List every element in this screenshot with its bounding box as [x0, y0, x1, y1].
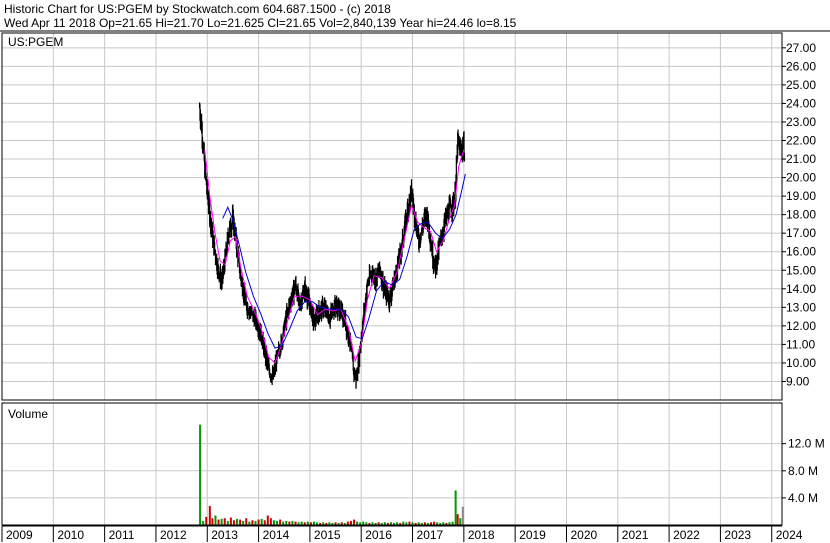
- price-tick-label: 11.00: [786, 337, 815, 351]
- price-tick-label: 18.00: [786, 208, 816, 222]
- volume-bars: [199, 424, 464, 525]
- price-tick-label: 15.00: [786, 263, 816, 277]
- price-panel-frame: [1, 32, 783, 401]
- year-tick-label: 2017: [417, 528, 444, 542]
- volume-panel-label: Volume: [8, 407, 48, 421]
- price-tick-label: 9.00: [786, 374, 810, 388]
- year-tick-label: 2019: [519, 528, 546, 542]
- year-tick-label: 2018: [468, 528, 495, 542]
- year-tick-label: 2013: [211, 528, 238, 542]
- price-tick-label: 14.00: [786, 282, 816, 296]
- price-grid: [2, 47, 782, 382]
- year-tick-label: 2012: [160, 528, 187, 542]
- year-tick-label: 2016: [365, 528, 392, 542]
- year-tick-label: 2024: [776, 528, 803, 542]
- volume-grid: [2, 443, 782, 499]
- year-tick-label: 2023: [724, 528, 751, 542]
- year-tick-label: 2020: [570, 528, 597, 542]
- moving-average-line: [204, 149, 465, 364]
- price-tick-label: 12.00: [786, 319, 816, 333]
- price-tick-label: 21.00: [786, 152, 816, 166]
- symbol-label: US:PGEM: [8, 35, 63, 49]
- year-tick-label: 2014: [263, 528, 290, 542]
- price-tick-label: 25.00: [786, 78, 816, 92]
- price-tick-label: 13.00: [786, 300, 816, 314]
- year-tick-label: 2021: [622, 528, 649, 542]
- year-tick-label: 2022: [673, 528, 700, 542]
- price-tick-label: 17.00: [786, 226, 816, 240]
- chart-canvas: 9.00 10.00 11.00 12.00 13.00 14.00 15.00 16.00 1…: [0, 30, 830, 542]
- panel-frames: [0, 30, 830, 527]
- year-tick-label: 2009: [6, 528, 33, 542]
- price-tick-label: 16.00: [786, 245, 816, 259]
- year-axis-ticks: 2009 2010 2011 2012 2013 2014 2015 2016 2017 2018…: [1, 526, 803, 542]
- volume-panel-frame: [1, 402, 783, 526]
- price-axis-ticks: 9.00 10.00 11.00 12.00 13.00 14.00 15.00 16.00 1…: [782, 41, 816, 388]
- volume-tick-label: 4.0 M: [788, 491, 818, 505]
- year-tick-label: 2010: [57, 528, 84, 542]
- price-tick-label: 27.00: [786, 41, 816, 55]
- year-grid: [1, 33, 773, 525]
- volume-tick-label: 8.0 M: [788, 464, 818, 478]
- price-tick-label: 10.00: [786, 356, 816, 370]
- price-tick-label: 24.00: [786, 96, 816, 110]
- volume-axis-ticks: 4.0 M 8.0 M 12.0 M: [782, 437, 825, 505]
- price-tick-label: 20.00: [786, 171, 816, 185]
- price-tick-label: 23.00: [786, 115, 816, 129]
- moving-average-lines: [204, 149, 466, 364]
- stock-chart: Historic Chart for US:PGEM by Stockwatch…: [0, 0, 830, 543]
- price-tick-label: 19.00: [786, 189, 816, 203]
- year-tick-label: 2011: [109, 528, 135, 542]
- price-tick-label: 22.00: [786, 134, 816, 148]
- price-tick-label: 26.00: [786, 59, 816, 73]
- volume-tick-label: 12.0 M: [788, 437, 825, 451]
- year-tick-label: 2015: [314, 528, 341, 542]
